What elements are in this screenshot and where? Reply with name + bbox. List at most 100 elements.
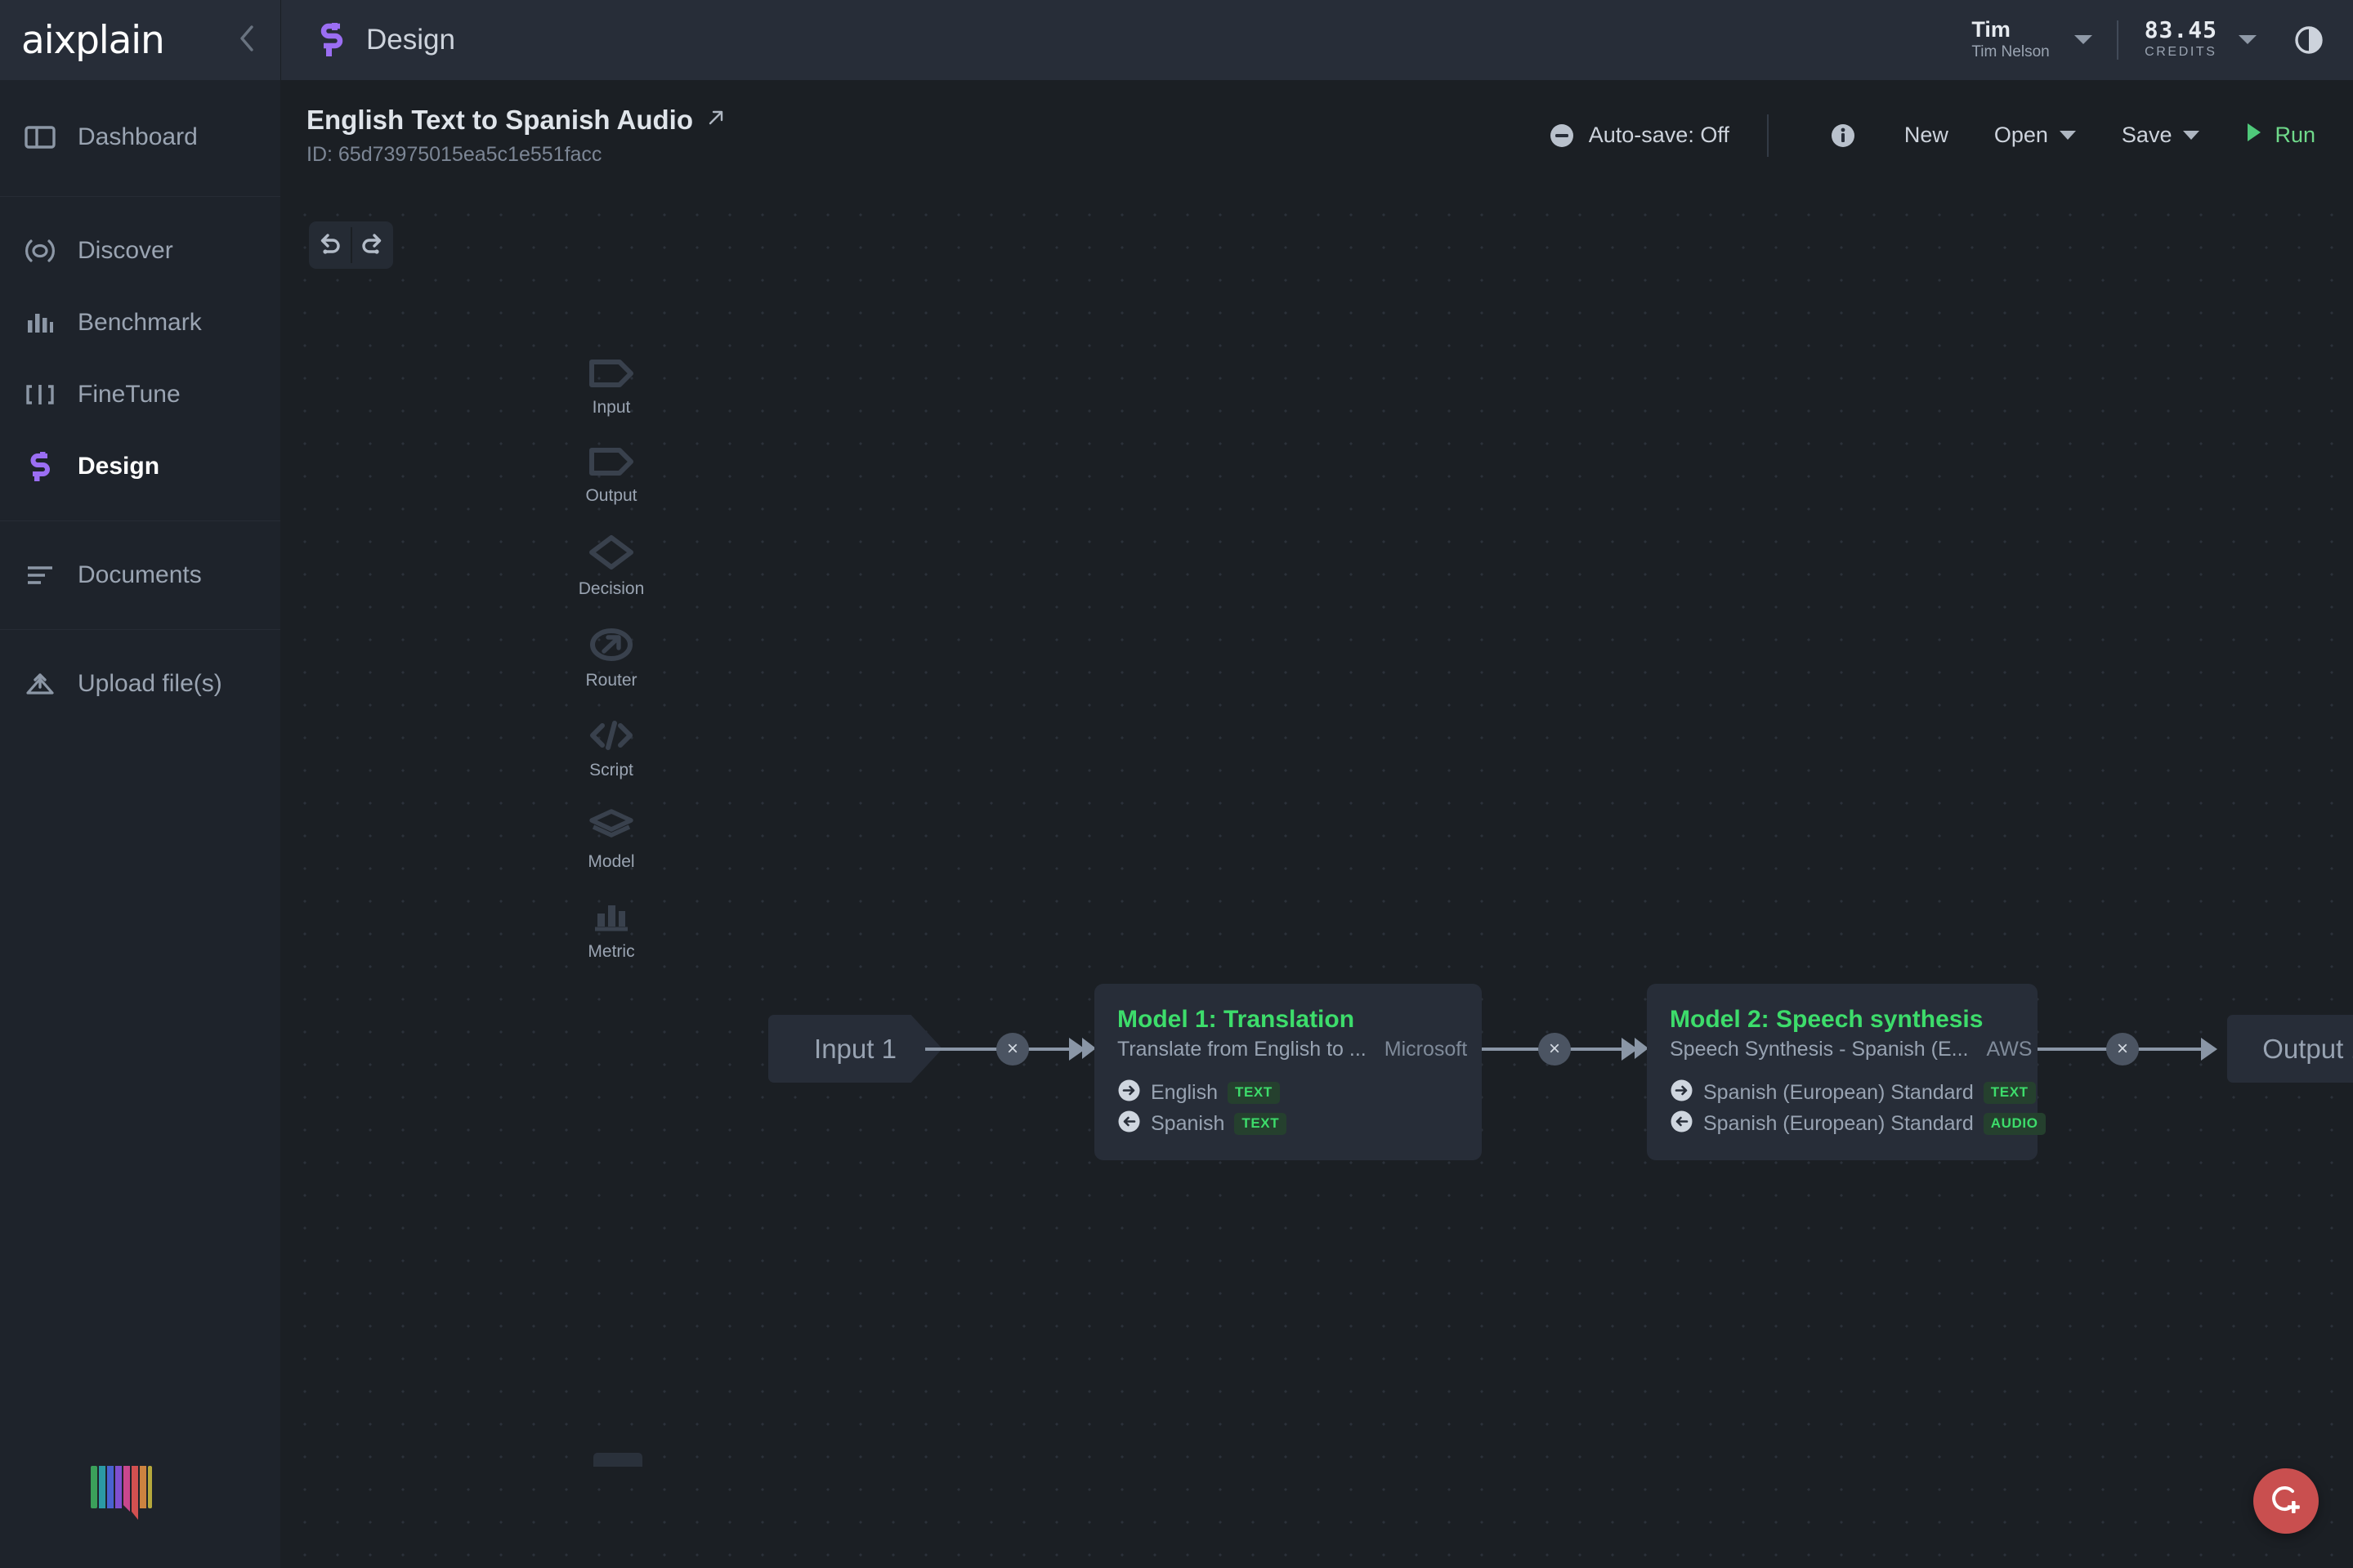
contrast-theme-icon[interactable]	[2293, 24, 2325, 56]
sidebar-item-benchmark[interactable]: Benchmark	[0, 287, 280, 359]
sidebar-item-label: Benchmark	[78, 309, 202, 336]
minus-circle-icon	[1550, 123, 1573, 147]
aixplain-logo[interactable]: aixplain	[21, 17, 165, 63]
upload-icon	[23, 672, 57, 696]
node-model-2-title: Model 2: Speech synthesis	[1670, 1006, 1984, 1033]
user-full-name: Tim Nelson	[1971, 43, 2050, 61]
node-model-1-output-row: Spanish TEXT	[1117, 1110, 1459, 1137]
node-model-1-io: English TEXT Spanish TEXT	[1117, 1079, 1459, 1137]
sidebar-item-documents[interactable]: Documents	[0, 539, 280, 611]
user-menu[interactable]: Tim Tim Nelson	[1971, 17, 2116, 63]
sidebar-item-finetune[interactable]: FineTune	[0, 359, 280, 431]
edge-arrow	[2201, 1038, 2217, 1061]
external-link-icon[interactable]	[706, 108, 726, 132]
palette-item-label: Router	[585, 671, 637, 690]
palette-item-script[interactable]: Script	[579, 719, 643, 780]
brand-name: aixplain	[21, 17, 165, 63]
sidebar: Dashboard Discover Benchmark FineTune De…	[0, 80, 280, 1568]
top-bar: aixplain Design Tim Tim Nelson 83.45 CRE…	[0, 0, 2353, 80]
sidebar-item-design[interactable]: Design	[0, 431, 280, 503]
palette-item-decision[interactable]: Decision	[578, 534, 645, 599]
redo-icon[interactable]	[352, 221, 394, 269]
node-model-2-io: Spanish (European) Standard TEXT Spanish…	[1670, 1079, 2046, 1137]
sidebar-group-1: Dashboard	[0, 80, 280, 197]
palette-item-router[interactable]: Router	[579, 628, 643, 690]
chevron-down-icon[interactable]	[2239, 35, 2257, 45]
app-header: Design	[280, 0, 1971, 80]
palette-item-output[interactable]: Output	[579, 446, 643, 506]
run-button[interactable]: Run	[2222, 122, 2315, 149]
model-node-icon	[588, 809, 634, 847]
chevron-left-icon[interactable]	[236, 22, 257, 59]
node-output-1[interactable]: Output 1	[2227, 1015, 2353, 1083]
edge-delete-button[interactable]: ×	[2106, 1033, 2139, 1065]
node-input-1[interactable]: Input 1	[768, 1015, 942, 1083]
sidebar-item-dashboard[interactable]: Dashboard	[0, 101, 280, 173]
project-info: English Text to Spanish Audio ID: 65d739…	[306, 105, 726, 167]
output-node-icon	[588, 446, 634, 481]
chevron-down-icon	[2059, 131, 2076, 140]
run-button-label: Run	[2275, 123, 2315, 147]
main-panel: English Text to Spanish Audio ID: 65d739…	[280, 80, 2353, 1568]
discover-icon	[23, 239, 57, 263]
palette-item-label: Model	[588, 852, 635, 871]
palette-item-input[interactable]: Input	[579, 358, 643, 418]
add-circle-button[interactable]	[2253, 1468, 2319, 1534]
intercom-bars-logo[interactable]	[0, 1463, 280, 1568]
decision-node-icon	[588, 534, 634, 574]
palette-item-model[interactable]: Model	[579, 809, 643, 872]
info-icon[interactable]	[1805, 122, 1881, 150]
sidebar-item-discover[interactable]: Discover	[0, 215, 280, 287]
node-model-1[interactable]: Model 1: Translation Translate from Engl…	[1094, 984, 1482, 1161]
sidebar-item-label: Dashboard	[78, 123, 198, 150]
history-controls	[309, 221, 393, 269]
sidebar-item-label: Upload file(s)	[78, 670, 222, 697]
workflow-canvas[interactable]: Input Output Decision Router Script Mode…	[280, 190, 2353, 1568]
palette-scroll-handle[interactable]	[593, 1453, 642, 1467]
autosave-label: Auto-save: Off	[1588, 123, 1729, 147]
node-model-2-input-type: TEXT	[1983, 1081, 2036, 1104]
node-model-1-title: Model 1: Translation	[1117, 1006, 1355, 1033]
benchmark-icon	[23, 310, 57, 335]
palette-item-label: Input	[592, 398, 631, 417]
sidebar-item-label: FineTune	[78, 381, 181, 408]
node-model-2-output-language: Spanish (European) Standard	[1703, 1111, 1974, 1135]
app-title: Design	[366, 24, 455, 56]
chevron-down-icon[interactable]	[2073, 35, 2092, 45]
sidebar-item-label: Design	[78, 453, 160, 480]
credits-value: 83.45	[2144, 16, 2217, 43]
user-text: Tim Tim Nelson	[1971, 17, 2049, 63]
node-model-2-output-row: Spanish (European) Standard AUDIO	[1670, 1110, 2046, 1137]
arrow-right-circle-icon	[1670, 1079, 1693, 1106]
design-icon	[23, 450, 57, 483]
node-model-2[interactable]: Model 2: Speech synthesis Speech Synthes…	[1647, 984, 2046, 1161]
sidebar-group-4: Upload file(s)	[0, 630, 280, 738]
finetune-icon	[23, 382, 57, 407]
sidebar-item-upload[interactable]: Upload file(s)	[0, 648, 280, 720]
palette-item-label: Decision	[578, 579, 645, 598]
brand-zone: aixplain	[0, 0, 280, 80]
node-model-2-description: Speech Synthesis - Spanish (E...	[1670, 1038, 1969, 1061]
credits-text: 83.45 CREDITS	[2144, 16, 2217, 63]
node-input-1-label: Input 1	[814, 1033, 897, 1064]
node-model-2-output-type: AUDIO	[1983, 1112, 2046, 1135]
palette-item-label: Metric	[588, 942, 635, 961]
node-palette: Input Output Decision Router Script Mode…	[578, 358, 645, 990]
palette-item-metric[interactable]: Metric	[579, 900, 643, 962]
save-button[interactable]: Save	[2099, 123, 2223, 148]
autosave-toggle[interactable]: Auto-save: Off	[1548, 122, 1767, 150]
sidebar-group-2: Discover Benchmark FineTune Design	[0, 197, 280, 521]
edge-delete-button[interactable]: ×	[996, 1033, 1029, 1065]
page-title: English Text to Spanish Audio	[306, 104, 694, 135]
arrow-left-circle-icon	[1670, 1110, 1693, 1137]
new-button[interactable]: New	[1881, 123, 1971, 148]
edge-delete-button[interactable]: ×	[1538, 1033, 1571, 1065]
node-model-1-input-row: English TEXT	[1117, 1079, 1459, 1106]
arrow-right-circle-icon	[1117, 1079, 1141, 1106]
play-icon	[2245, 122, 2263, 149]
header-right: Tim Tim Nelson 83.45 CREDITS	[1971, 0, 2353, 80]
credits-menu[interactable]: 83.45 CREDITS	[2144, 16, 2293, 63]
undo-icon[interactable]	[309, 221, 351, 269]
open-button[interactable]: Open	[1971, 123, 2099, 148]
design-logo-icon	[315, 21, 348, 59]
